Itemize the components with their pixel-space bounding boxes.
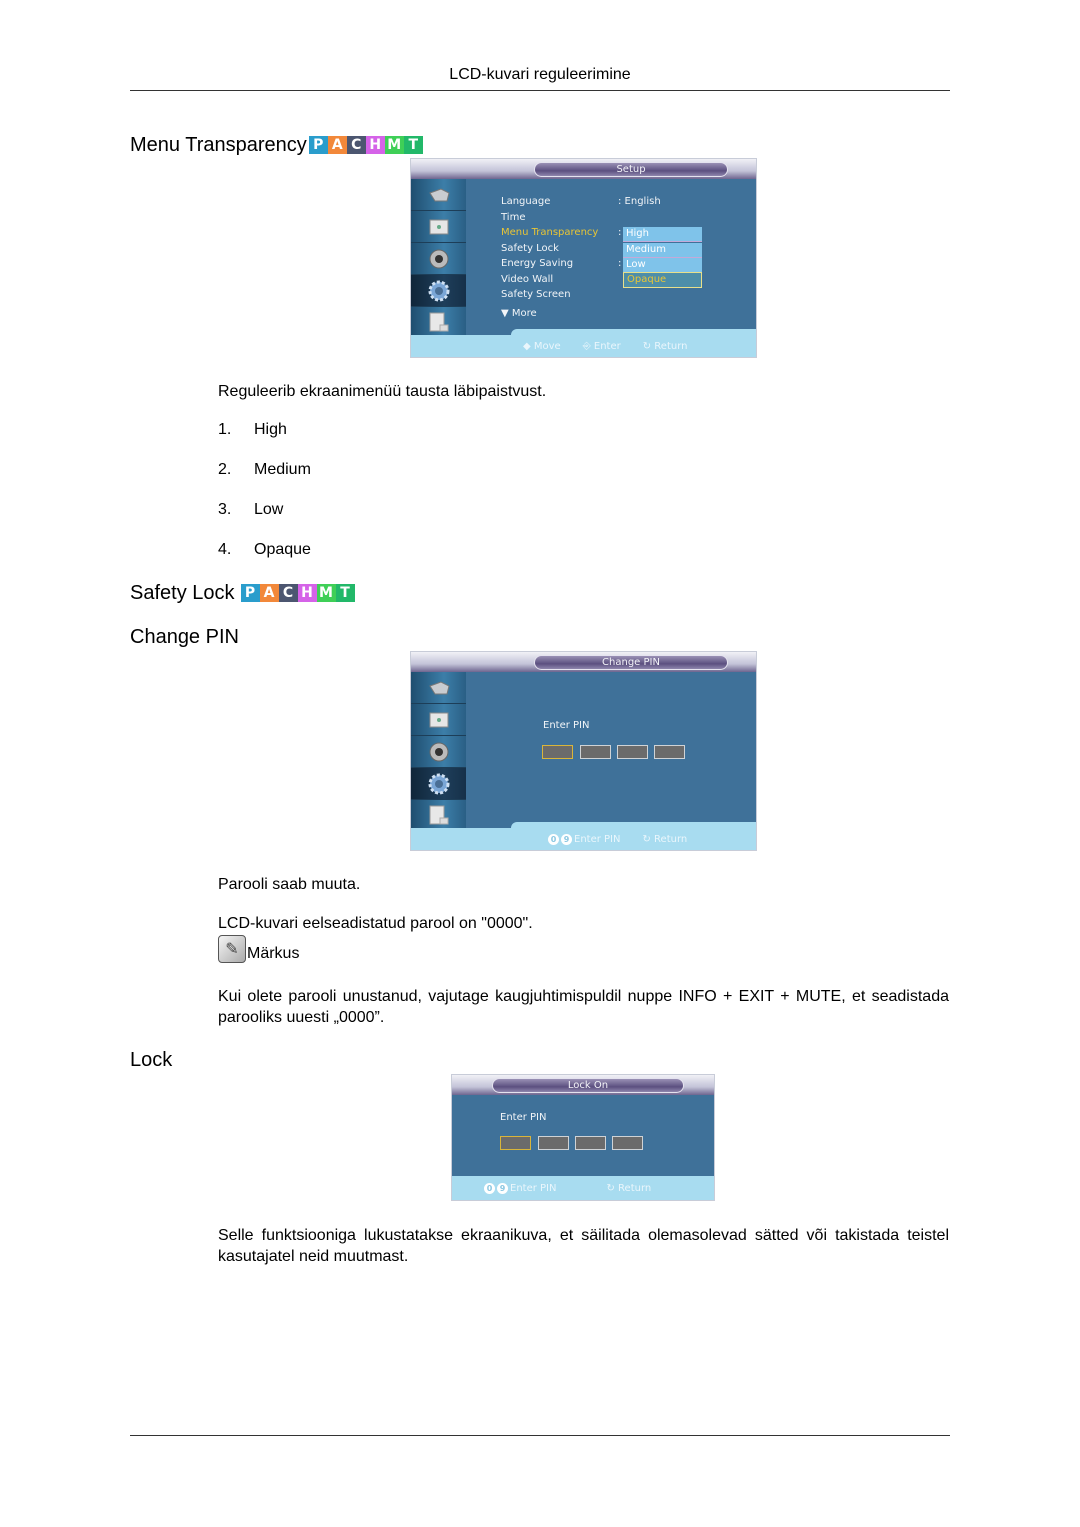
osd-lock-on-screenshot: Lock On Enter PIN 0 9 Enter PIN ↻ Return [451, 1074, 715, 1201]
input-icon [411, 672, 466, 704]
return-icon: ↻ [606, 1182, 619, 1194]
picture-icon [411, 211, 466, 243]
osd-menu-item[interactable]: Language [501, 196, 550, 207]
page-header: LCD-kuvari reguleerimine [449, 66, 631, 83]
setup-icon [411, 275, 466, 307]
picture-icon [411, 704, 466, 736]
osd-menu-value: : English [618, 196, 661, 207]
option-item: 4. Opaque [218, 541, 311, 558]
dropdown-option-high[interactable]: High [623, 227, 702, 242]
footer-rule [130, 1435, 950, 1436]
enter-pin-label: Enter PIN [543, 720, 590, 731]
footer-return: ↻ Return [642, 340, 688, 352]
enter-pin-label: Enter PIN [500, 1112, 547, 1123]
osd-menu-item[interactable]: Safety Screen [501, 289, 571, 300]
note-heading: ✎ Märkus [218, 935, 299, 963]
note-text: Kui olete parooli unustanud, vajutage ka… [218, 988, 949, 1026]
footer-move: ◆ Move [523, 340, 561, 352]
osd-menu-item[interactable]: Time [501, 212, 525, 223]
footer-return: ↻ Return [606, 1182, 652, 1194]
badge-letter-p: P [240, 584, 260, 602]
badge-letter-h: H [365, 136, 385, 154]
pin-digit-1[interactable] [542, 745, 573, 759]
badge-letter-h: H [297, 584, 317, 602]
setup-icon [411, 768, 466, 800]
badge-letter-a: A [259, 584, 279, 602]
osd-sidebar [411, 672, 466, 850]
return-icon: ↻ [642, 340, 655, 352]
lock-description: Selle funktsiooniga lukustatakse ekraani… [218, 1227, 949, 1265]
pin-digit-3[interactable] [617, 745, 648, 759]
badge-letter-a: A [327, 136, 347, 154]
osd-menu-item[interactable]: Video Wall [501, 274, 553, 285]
osd-menu-item[interactable]: Safety Lock [501, 243, 559, 254]
heading-change-pin: Change PIN [130, 626, 239, 648]
osd-more-item[interactable]: ▼ More [501, 308, 537, 319]
footer-enter-pin: 0 9 Enter PIN [484, 1182, 556, 1194]
badge-letter-c: C [278, 584, 298, 602]
osd-menu-value: : [618, 258, 622, 269]
dropdown-option-low[interactable]: Low [623, 258, 702, 273]
digit-0-icon: 0 [548, 833, 559, 845]
note-pen-icon: ✎ [218, 935, 246, 963]
badge-letter-m: M [316, 584, 336, 602]
digit-0-icon: 0 [484, 1182, 495, 1194]
badge-letter-t: T [335, 584, 355, 602]
pin-digit-3[interactable] [575, 1136, 606, 1150]
osd-footer-hints: ◆ Move ⎆ Enter ↻ Return [523, 335, 687, 357]
sound-icon [411, 243, 466, 275]
digit-9-icon: 9 [561, 833, 572, 845]
osd-footer-hints: 0 9 Enter PIN ↻ Return [548, 828, 687, 850]
digit-9-icon: 9 [497, 1182, 508, 1194]
transparency-options-list: 1. High 2. Medium 3. Low 4. Opaque [218, 421, 311, 581]
osd-sidebar [411, 179, 466, 357]
osd-menu-item[interactable]: Energy Saving [501, 258, 573, 269]
pin-digit-2[interactable] [538, 1136, 569, 1150]
badge-letter-t: T [403, 136, 423, 154]
enter-icon: ⎆ [582, 340, 594, 352]
heading-safety-lock: Safety Lock P A C H M T [130, 581, 355, 605]
return-icon: ↻ [642, 833, 655, 845]
osd-menu-value: : [618, 227, 622, 238]
input-icon [411, 179, 466, 211]
sound-icon [411, 736, 466, 768]
osd-setup-screenshot: Setup Language : English Time Menu Trans… [410, 158, 757, 358]
dropdown-option-opaque[interactable]: Opaque [623, 272, 702, 288]
osd-title: Change PIN [534, 655, 728, 670]
change-pin-text-2: LCD-kuvari eelseadistatud parool on "000… [218, 915, 533, 932]
heading-text: Menu Transparency [130, 134, 307, 156]
osd-footer-hints: 0 9 Enter PIN ↻ Return [484, 1176, 651, 1200]
osd-menu-item-selected[interactable]: Menu Transparency [501, 227, 598, 238]
move-arrows-icon: ◆ [523, 340, 534, 352]
model-badge: P A C H M T [240, 584, 355, 602]
pin-digit-4[interactable] [612, 1136, 643, 1150]
note-label: Märkus [247, 945, 300, 962]
badge-letter-c: C [346, 136, 366, 154]
option-item: 1. High [218, 421, 287, 438]
pin-digit-4[interactable] [654, 745, 685, 759]
badge-letter-m: M [384, 136, 404, 154]
osd-title: Setup [534, 162, 728, 177]
heading-lock: Lock [130, 1049, 173, 1071]
heading-menu-transparency: Menu Transparency P A C H M T [130, 133, 423, 157]
badge-letter-p: P [308, 136, 328, 154]
pin-digit-2[interactable] [580, 745, 611, 759]
change-pin-text-1: Parooli saab muuta. [218, 876, 361, 893]
pin-digit-1[interactable] [500, 1136, 531, 1150]
option-item: 2. Medium [218, 461, 311, 478]
osd-change-pin-screenshot: Change PIN Enter PIN 0 9 Enter PIN ↻ Retur… [410, 651, 757, 851]
footer-enter: ⎆ Enter [582, 340, 621, 352]
menu-transparency-description: Reguleerib ekraanimenüü tausta läbipaist… [218, 383, 547, 400]
footer-enter-pin: 0 9 Enter PIN [548, 833, 620, 845]
header-rule [130, 90, 950, 91]
osd-title: Lock On [492, 1078, 684, 1093]
dropdown-option-medium[interactable]: Medium [623, 243, 702, 258]
heading-text: Safety Lock [130, 582, 235, 604]
footer-return: ↻ Return [642, 833, 688, 845]
model-badge: P A C H M T [308, 136, 423, 154]
option-item: 3. Low [218, 501, 284, 518]
